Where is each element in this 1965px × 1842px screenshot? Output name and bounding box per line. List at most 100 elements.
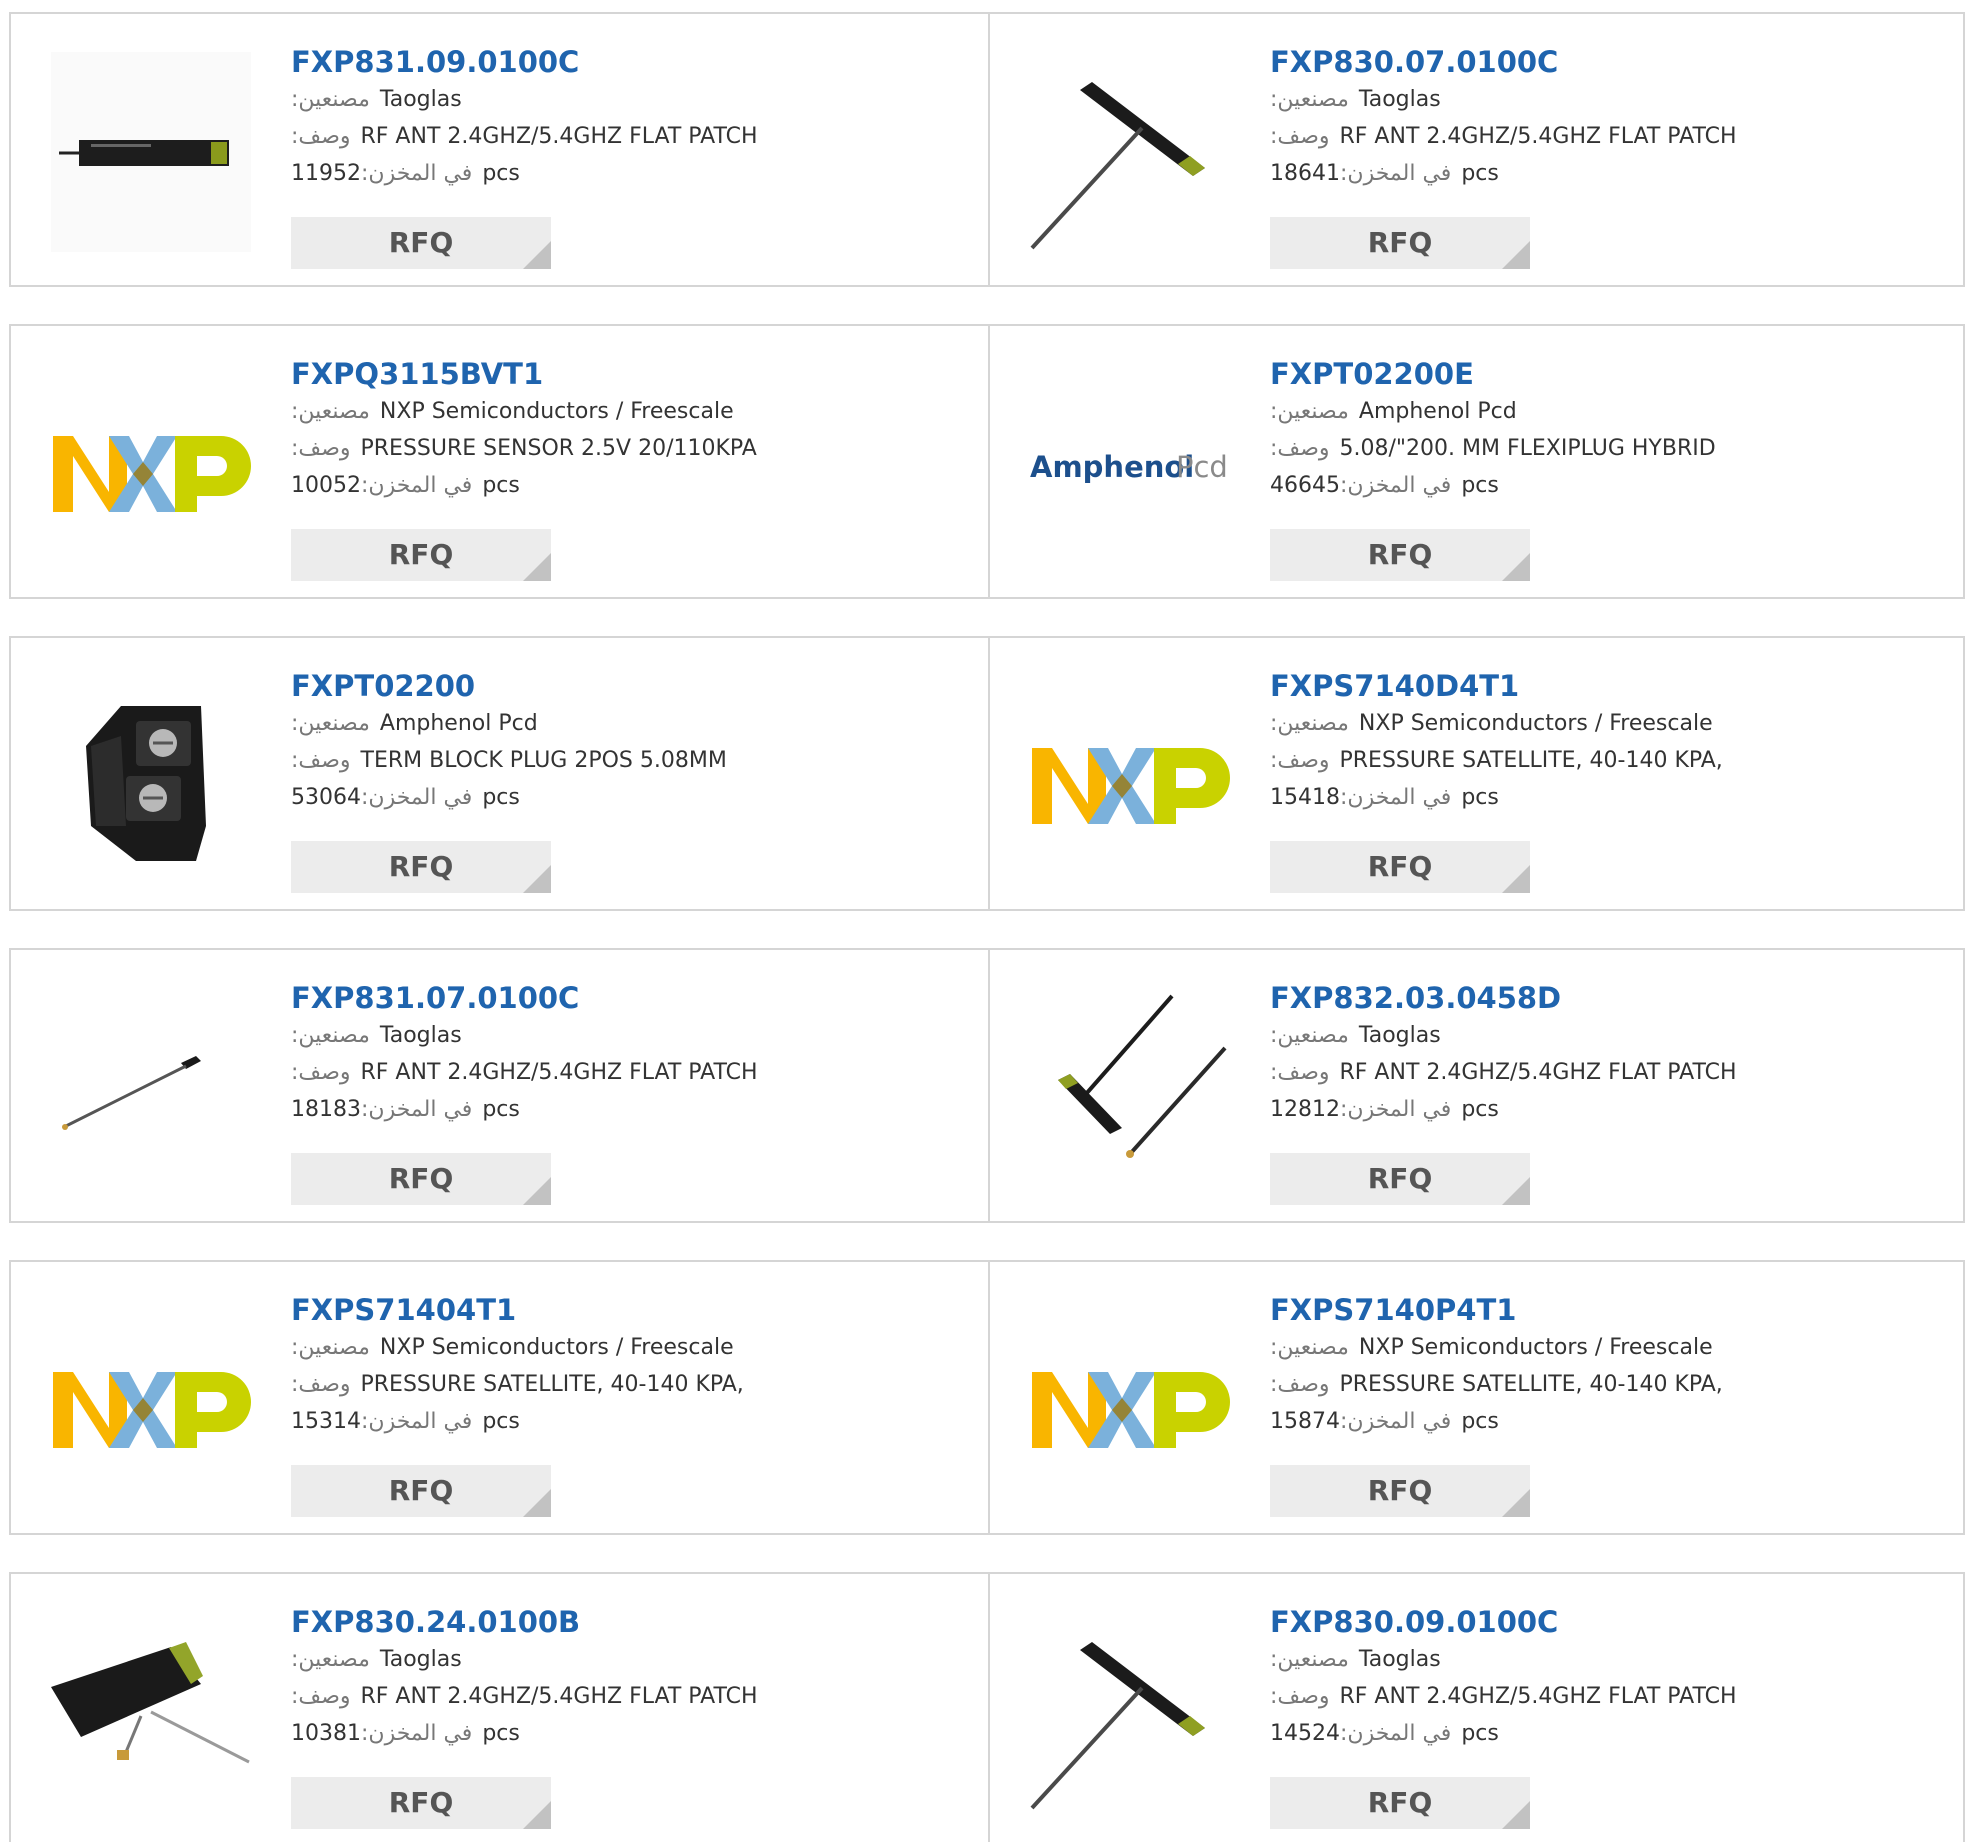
part-number-link[interactable]: FXP831.07.0100C (291, 978, 951, 1018)
product-card: FXPT02200 مصنعين: Amphenol Pcd وصف: TERM BLO… (11, 638, 987, 909)
description-line: وصف: RF ANT 2.4GHZ/5.4GHZ FLAT PATCH (291, 1055, 951, 1092)
description-value: RF ANT 2.4GHZ/5.4GHZ FLAT PATCH (360, 124, 758, 149)
description-label: وصف: (291, 1684, 351, 1709)
description-label: وصف: (1270, 1060, 1330, 1085)
manufacturer-label: مصنعين: (1270, 1335, 1349, 1360)
description-line: وصف: PRESSURE SATELLITE, 40-140 KPA, (1270, 743, 1930, 780)
manufacturer-value: Taoglas (1358, 1023, 1441, 1048)
product-info: FXP830.07.0100C مصنعين: Taoglas وصف: RF ANT … (1270, 42, 1930, 193)
product-image[interactable] (1030, 676, 1230, 876)
svg-text:Pcd: Pcd (1176, 450, 1228, 484)
product-image[interactable] (1030, 988, 1230, 1188)
part-number-link[interactable]: FXPS71404T1 (291, 1290, 951, 1330)
product-image[interactable] (51, 52, 251, 252)
manufacturer-label: مصنعين: (291, 399, 370, 424)
rfq-button[interactable]: RFQ (291, 1465, 551, 1517)
description-label: وصف: (291, 1060, 351, 1085)
part-number-link[interactable]: FXPQ3115BVT1 (291, 354, 951, 394)
stock-label: في المخزن: (361, 473, 473, 498)
corner-triangle-icon (523, 1177, 551, 1205)
manufacturer-line: مصنعين: Taoglas (1270, 1642, 1930, 1679)
product-image[interactable] (51, 676, 251, 876)
description-line: وصف: RF ANT 2.4GHZ/5.4GHZ FLAT PATCH (1270, 119, 1930, 156)
stock-line: 53064 في المخزن: pcs (291, 780, 951, 817)
product-card: FXPQ3115BVT1 مصنعين: NXP Semiconductors / … (11, 326, 987, 597)
stock-label: في المخزن: (361, 1721, 473, 1746)
stock-line: 46645 في المخزن: pcs (1270, 468, 1930, 505)
rfq-label: RFQ (1367, 226, 1433, 259)
manufacturer-value: Taoglas (379, 1647, 462, 1672)
rfq-button[interactable]: RFQ (1270, 1465, 1530, 1517)
product-image[interactable] (51, 364, 251, 564)
description-value: RF ANT 2.4GHZ/5.4GHZ FLAT PATCH (1339, 124, 1737, 149)
manufacturer-line: مصنعين: Taoglas (1270, 1018, 1930, 1055)
part-number-link[interactable]: FXP830.09.0100C (1270, 1602, 1930, 1642)
stock-label: في المخزن: (361, 1097, 473, 1122)
part-number-link[interactable]: FXP830.24.0100B (291, 1602, 951, 1642)
rfq-button[interactable]: RFQ (291, 1777, 551, 1829)
product-image[interactable] (51, 988, 251, 1188)
description-value: RF ANT 2.4GHZ/5.4GHZ FLAT PATCH (360, 1684, 758, 1709)
description-label: وصف: (1270, 748, 1330, 773)
product-info: FXP830.24.0100B مصنعين: Taoglas وصف: RF ANT … (291, 1602, 951, 1753)
rfq-label: RFQ (388, 850, 454, 883)
manufacturer-value: Taoglas (379, 1023, 462, 1048)
product-card: FXP830.24.0100B مصنعين: Taoglas وصف: RF ANT … (11, 1574, 987, 1842)
rfq-button[interactable]: RFQ (291, 841, 551, 893)
product-info: FXP831.09.0100C مصنعين: Taoglas وصف: RF ANT … (291, 42, 951, 193)
manufacturer-line: مصنعين: Amphenol Pcd (291, 706, 951, 743)
rfq-button[interactable]: RFQ (291, 529, 551, 581)
product-row: FXP831.09.0100C مصنعين: Taoglas وصف: RF ANT … (9, 12, 1965, 287)
stock-line: 15418 في المخزن: pcs (1270, 780, 1930, 817)
part-number-link[interactable]: FXPS7140P4T1 (1270, 1290, 1930, 1330)
manufacturer-label: مصنعين: (1270, 399, 1349, 424)
product-image[interactable] (1030, 1612, 1230, 1812)
rfq-button[interactable]: RFQ (1270, 217, 1530, 269)
part-number-link[interactable]: FXP831.09.0100C (291, 42, 951, 82)
rfq-button[interactable]: RFQ (291, 1153, 551, 1205)
manufacturer-value: Taoglas (379, 87, 462, 112)
part-number-link[interactable]: FXPT02200E (1270, 354, 1930, 394)
product-info: FXPT02200E مصنعين: Amphenol Pcd وصف: 5.08/"2… (1270, 354, 1930, 505)
product-image[interactable] (51, 1300, 251, 1500)
stock-unit: pcs (1461, 473, 1499, 498)
rfq-button[interactable]: RFQ (291, 217, 551, 269)
part-number-link[interactable]: FXP832.03.0458D (1270, 978, 1930, 1018)
product-image[interactable]: Amphenol Pcd (1030, 364, 1230, 564)
product-image[interactable] (1030, 52, 1230, 252)
corner-triangle-icon (1502, 553, 1530, 581)
stock-value: 10052 (291, 473, 361, 498)
corner-triangle-icon (1502, 1489, 1530, 1517)
rfq-button[interactable]: RFQ (1270, 841, 1530, 893)
product-info: FXP832.03.0458D مصنعين: Taoglas وصف: RF ANT … (1270, 978, 1930, 1129)
manufacturer-value: NXP Semiconductors / Freescale (379, 399, 734, 424)
corner-triangle-icon (1502, 1177, 1530, 1205)
stock-label: في المخزن: (361, 1409, 473, 1434)
stock-unit: pcs (482, 473, 520, 498)
corner-triangle-icon (523, 1489, 551, 1517)
product-image[interactable] (51, 1612, 251, 1812)
description-value: TERM BLOCK PLUG 2POS 5.08MM (360, 748, 727, 773)
rfq-button[interactable]: RFQ (1270, 1153, 1530, 1205)
part-number-link[interactable]: FXP830.07.0100C (1270, 42, 1930, 82)
rfq-label: RFQ (388, 538, 454, 571)
part-number-link[interactable]: FXPT02200 (291, 666, 951, 706)
product-image[interactable] (1030, 1300, 1230, 1500)
manufacturer-value: Amphenol Pcd (379, 711, 538, 736)
stock-unit: pcs (1461, 785, 1499, 810)
manufacturer-label: مصنعين: (291, 1335, 370, 1360)
product-row: FXPQ3115BVT1 مصنعين: NXP Semiconductors / … (9, 324, 1965, 599)
product-info: FXP831.07.0100C مصنعين: Taoglas وصف: RF ANT … (291, 978, 951, 1129)
rfq-button[interactable]: RFQ (1270, 529, 1530, 581)
stock-line: 12812 في المخزن: pcs (1270, 1092, 1930, 1129)
manufacturer-line: مصنعين: Taoglas (291, 1642, 951, 1679)
corner-triangle-icon (1502, 241, 1530, 269)
stock-unit: pcs (1461, 1409, 1499, 1434)
description-line: وصف: RF ANT 2.4GHZ/5.4GHZ FLAT PATCH (291, 119, 951, 156)
stock-value: 10381 (291, 1721, 361, 1746)
part-number-link[interactable]: FXPS7140D4T1 (1270, 666, 1930, 706)
manufacturer-line: مصنعين: NXP Semiconductors / Freescale (1270, 706, 1930, 743)
stock-line: 10381 في المخزن: pcs (291, 1716, 951, 1753)
product-row: FXP831.07.0100C مصنعين: Taoglas وصف: RF ANT … (9, 948, 1965, 1223)
rfq-button[interactable]: RFQ (1270, 1777, 1530, 1829)
